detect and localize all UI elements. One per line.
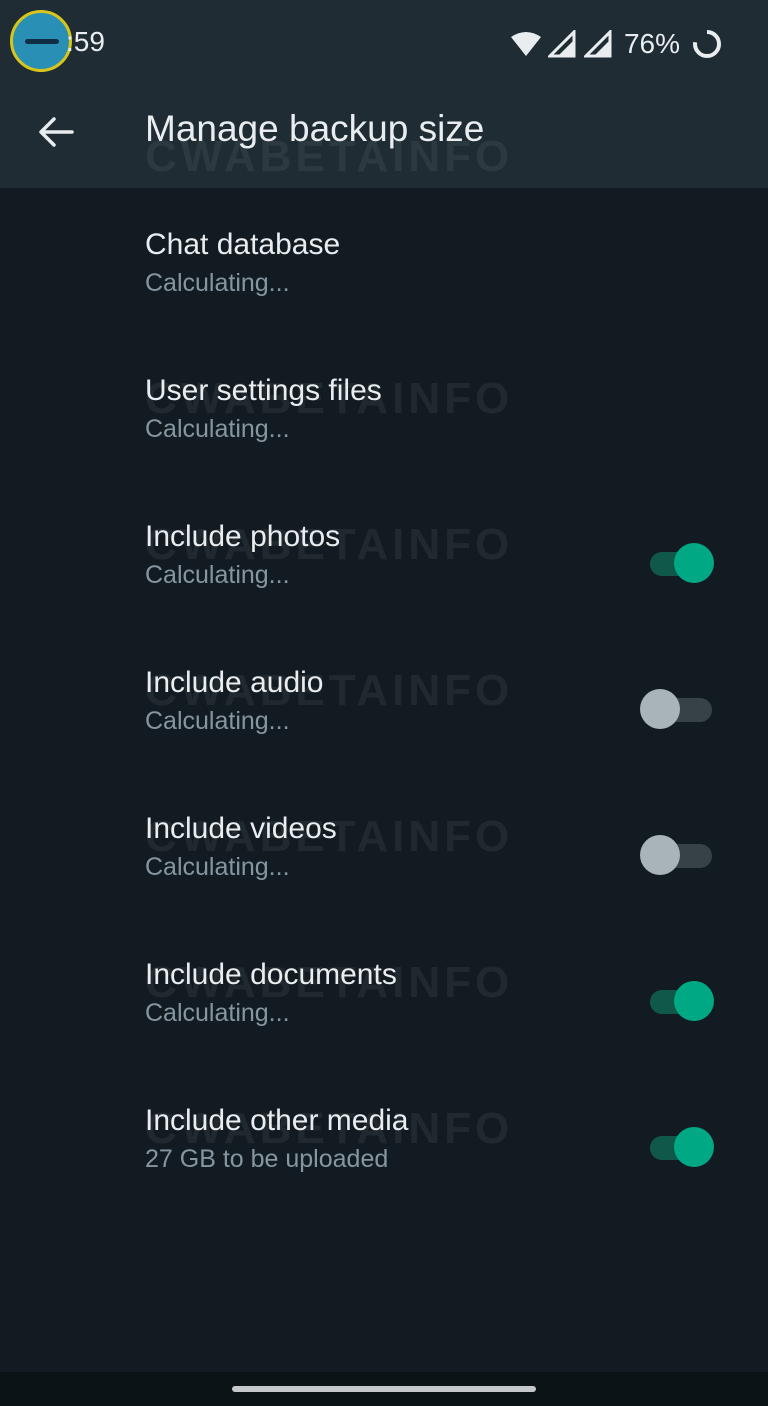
item-subtitle: Calculating...: [145, 561, 290, 589]
item-subtitle: Calculating...: [145, 999, 290, 1027]
status-bar: :59 76%: [0, 0, 768, 88]
item-subtitle: Calculating...: [145, 415, 290, 443]
arrow-left-icon[interactable]: [36, 112, 76, 152]
list-item-include-videos[interactable]: Include videos Calculating...: [0, 780, 768, 926]
item-title: Include audio: [145, 666, 324, 699]
audio-toggle[interactable]: [640, 689, 712, 729]
item-title: Include videos: [145, 812, 337, 845]
screen: :59 76% Manage backup size CWABETAINFO C…: [0, 0, 768, 1406]
app-bar: Manage backup size: [0, 88, 768, 188]
home-indicator[interactable]: [232, 1386, 536, 1392]
toggle-knob: [640, 835, 680, 875]
item-title: User settings files: [145, 374, 382, 407]
item-title: Include documents: [145, 958, 397, 991]
toggle-knob: [674, 1127, 714, 1167]
list-item-include-other-media[interactable]: Include other media 27 GB to be uploaded: [0, 1072, 768, 1218]
videos-toggle[interactable]: [640, 835, 712, 875]
other-media-toggle[interactable]: [648, 1127, 714, 1167]
photos-toggle[interactable]: [648, 543, 714, 583]
item-subtitle: Calculating...: [145, 269, 290, 297]
list-item-user-settings-files[interactable]: User settings files Calculating...: [0, 342, 768, 488]
status-icons: 76%: [510, 24, 722, 64]
page-title: Manage backup size: [145, 108, 485, 149]
toggle-knob: [674, 543, 714, 583]
list-item-include-documents[interactable]: Include documents Calculating...: [0, 926, 768, 1072]
toggle-knob: [640, 689, 680, 729]
signal-icon: [547, 30, 576, 58]
wifi-icon: [510, 31, 542, 57]
documents-toggle[interactable]: [648, 981, 714, 1021]
status-time: :59: [66, 26, 105, 57]
list-item-include-audio[interactable]: Include audio Calculating...: [0, 634, 768, 780]
list-item-chat-database[interactable]: Chat database Calculating...: [0, 196, 768, 342]
watermark-logo: [10, 10, 72, 72]
battery-ring-icon: [692, 29, 722, 59]
toggle-knob: [674, 981, 714, 1021]
signal-icon: [583, 30, 612, 58]
item-subtitle: 27 GB to be uploaded: [145, 1145, 389, 1173]
item-title: Include other media: [145, 1104, 409, 1137]
item-title: Include photos: [145, 520, 341, 553]
item-subtitle: Calculating...: [145, 707, 290, 735]
list-item-include-photos[interactable]: Include photos Calculating...: [0, 488, 768, 634]
item-subtitle: Calculating...: [145, 853, 290, 881]
top-area: :59 76% Manage backup size: [0, 0, 768, 188]
battery-percent: 76%: [623, 28, 680, 59]
item-title: Chat database: [145, 228, 341, 261]
